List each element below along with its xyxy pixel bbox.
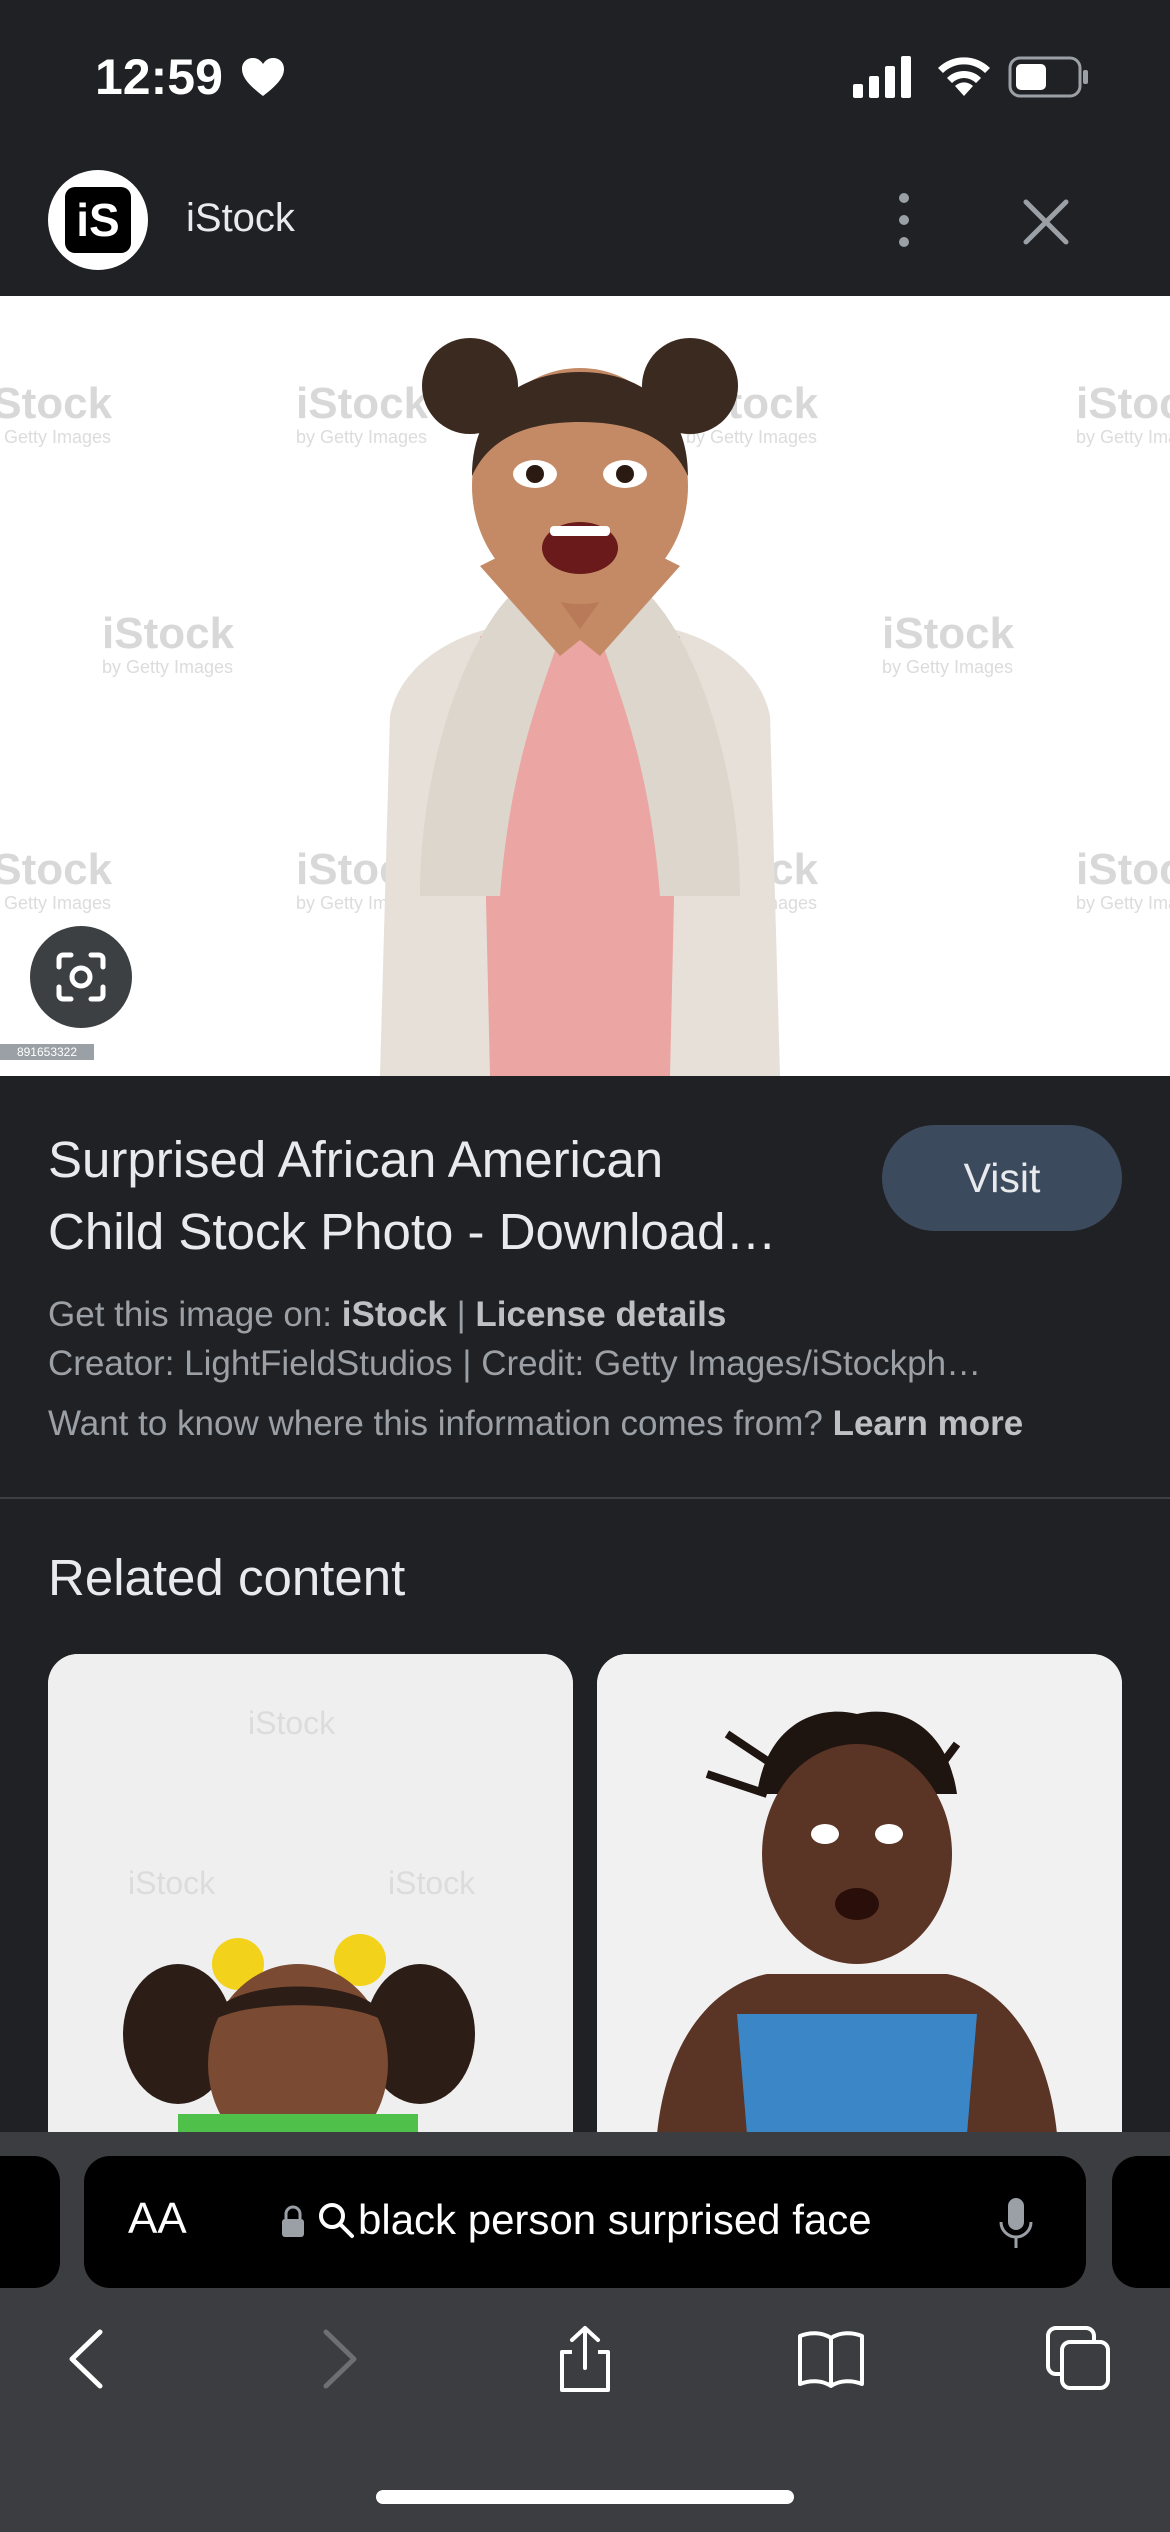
heart-icon: [242, 58, 284, 96]
get-image-line: Get this image on: iStock | License deta…: [48, 1295, 727, 1334]
text-size-button[interactable]: AA: [128, 2194, 187, 2244]
microphone-icon[interactable]: [996, 2194, 1036, 2254]
image-id: 891653322: [0, 1044, 94, 1060]
previous-tab-preview[interactable]: [0, 2156, 60, 2288]
google-lens-button[interactable]: [30, 926, 132, 1028]
svg-text:iStock: iStock: [248, 1705, 336, 1741]
result-title[interactable]: Surprised African American Child Stock P…: [48, 1124, 868, 1268]
svg-text:iStock: iStock: [388, 1865, 476, 1901]
visit-button[interactable]: Visit: [882, 1125, 1122, 1231]
more-vert-icon[interactable]: [880, 186, 928, 254]
close-icon[interactable]: [1018, 194, 1074, 250]
istock-logo: iS: [48, 170, 148, 270]
watermark: iStockby Getty Images: [102, 609, 235, 677]
result-title-line1: Surprised African American: [48, 1131, 664, 1188]
watermark: iStockby Getty Images: [882, 609, 1015, 677]
search-icon: [319, 2203, 354, 2238]
logo-mark: iS: [65, 187, 131, 253]
license-details-link[interactable]: License details: [475, 1295, 726, 1334]
related-image: iStock iStock iStock: [48, 1654, 573, 2134]
next-tab-preview[interactable]: [1112, 2156, 1170, 2288]
forward-icon[interactable]: [304, 2324, 374, 2394]
wifi-icon: [938, 57, 990, 96]
tabs-icon[interactable]: [1044, 2324, 1114, 2394]
source-link[interactable]: iStock: [342, 1295, 447, 1334]
cellular-signal-icon: [853, 56, 911, 98]
bookmarks-icon[interactable]: [796, 2324, 866, 2394]
watermark: iStockby Getty Images: [0, 379, 113, 447]
child-photo: [380, 338, 780, 1076]
lens-icon: [56, 952, 106, 1002]
status-time: 12:59: [95, 49, 223, 105]
info-source-line: Want to know where this information come…: [48, 1404, 1024, 1443]
home-indicator: [376, 2490, 794, 2504]
watermark: iStockby Getty Images: [1076, 845, 1170, 913]
divider: [0, 1497, 1170, 1499]
learn-more-link[interactable]: Learn more: [833, 1404, 1024, 1443]
related-image: [597, 1654, 1122, 2134]
watermark: iStockby Getty Images: [1076, 379, 1170, 447]
related-content-title: Related content: [48, 1549, 406, 1606]
site-name: iStock: [186, 196, 295, 240]
status-bar: 12:59: [0, 0, 1170, 150]
source-header: iS iStock: [0, 150, 1170, 296]
svg-text:iStock: iStock: [128, 1865, 216, 1901]
creator-credit-line: Creator: LightFieldStudios | Credit: Get…: [48, 1344, 982, 1383]
preview-image[interactable]: iStockby Getty Images iStockby Getty Ima…: [0, 296, 1170, 1076]
lock-icon: [282, 2205, 304, 2237]
address-query[interactable]: black person surprised face: [358, 2196, 872, 2244]
watermark: iStockby Getty Images: [0, 845, 113, 913]
related-item[interactable]: [597, 1654, 1122, 2134]
back-icon[interactable]: [52, 2324, 122, 2394]
share-icon[interactable]: [550, 2324, 620, 2394]
battery-icon: [1008, 56, 1088, 98]
related-item[interactable]: iStock iStock iStock: [48, 1654, 573, 2134]
result-title-line2: Child Stock Photo - Download…: [48, 1203, 777, 1260]
